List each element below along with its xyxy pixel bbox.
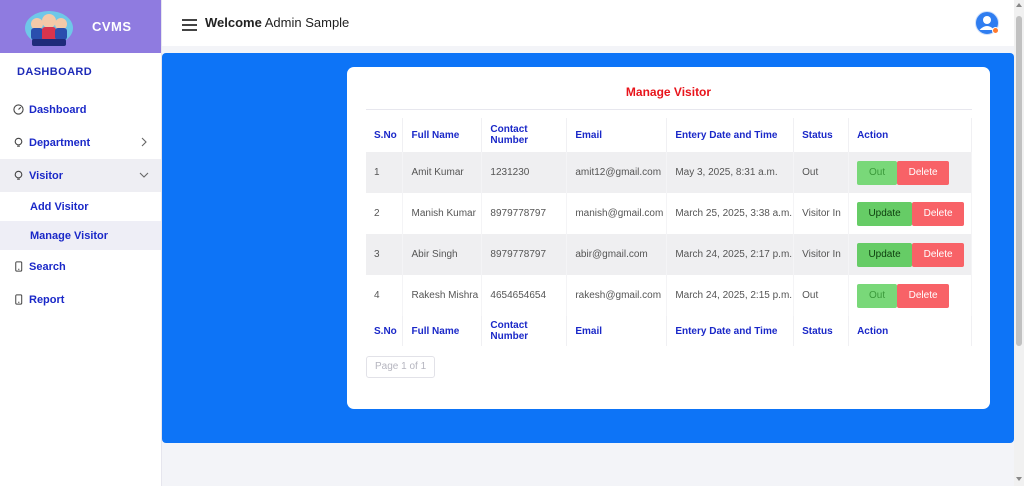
welcome-text: Welcome Admin Sample: [205, 15, 349, 30]
cell-date: March 24, 2025, 2:17 p.m.: [666, 234, 795, 275]
cell-name: Rakesh Mishra: [402, 275, 483, 316]
chevron-down-icon: [139, 170, 149, 180]
pagination-info: Page 1 of 1: [366, 356, 436, 378]
sidebar-heading: DASHBOARD: [17, 66, 93, 78]
visitor-table: S.No Full Name Contact Number Email Ente…: [366, 118, 972, 346]
sidebar-item-label: Dashboard: [29, 103, 87, 116]
cell-name: Manish Kumar: [402, 193, 483, 234]
cell-name: Abir Singh: [402, 234, 483, 275]
column-header: Status: [793, 118, 850, 152]
bulb-icon: [12, 170, 24, 182]
delete-button[interactable]: Delete: [897, 160, 950, 185]
notification-dot: [992, 27, 999, 34]
brand-bar: CVMS: [0, 0, 161, 53]
column-footer: Full Name: [402, 316, 483, 346]
sidebar-item-visitor[interactable]: Visitor: [0, 159, 161, 192]
chevron-right-icon: [139, 137, 149, 147]
sidebar-item-label: Report: [29, 293, 65, 306]
cell-status: Visitor In: [793, 193, 850, 234]
hamburger-menu-icon[interactable]: [182, 19, 197, 31]
cell-action: Update Delete: [848, 193, 972, 234]
column-footer: S.No: [366, 316, 404, 346]
column-header: Action: [848, 118, 972, 152]
top-header: Welcome Admin Sample: [162, 0, 1024, 46]
column-footer: Email: [566, 316, 668, 346]
cell-sno: 1: [366, 152, 404, 193]
cell-name: Amit Kumar: [402, 152, 483, 193]
out-button[interactable]: Out: [857, 160, 898, 185]
manage-visitor-card: Manage Visitor S.No Full Name Contact Nu…: [347, 67, 990, 409]
update-button[interactable]: Update: [857, 201, 913, 226]
sidebar-item-label: Visitor: [29, 169, 64, 182]
cell-sno: 4: [366, 275, 404, 316]
visitor-logo: [22, 6, 76, 48]
scroll-up-arrow-icon[interactable]: [1016, 3, 1022, 7]
update-button[interactable]: Update: [857, 242, 913, 267]
cell-email: rakesh@gmail.com: [566, 275, 668, 316]
brand-name: CVMS: [92, 19, 132, 34]
cell-date: March 25, 2025, 3:38 a.m.: [666, 193, 795, 234]
cell-date: May 3, 2025, 8:31 a.m.: [666, 152, 795, 193]
cell-email: amit12@gmail.com: [566, 152, 668, 193]
cell-contact: 8979778797: [481, 193, 568, 234]
delete-button[interactable]: Delete: [897, 283, 950, 308]
out-button[interactable]: Out: [857, 283, 898, 308]
cell-status: Out: [793, 152, 850, 193]
cell-contact: 4654654654: [481, 275, 568, 316]
gauge-icon: [12, 104, 24, 116]
sidebar: CVMS DASHBOARD Dashboard Department Visi…: [0, 0, 162, 486]
cell-email: abir@gmail.com: [566, 234, 668, 275]
cell-sno: 2: [366, 193, 404, 234]
column-header: Email: [566, 118, 668, 152]
bulb-icon: [12, 137, 24, 149]
column-header: Full Name: [402, 118, 483, 152]
cell-status: Out: [793, 275, 850, 316]
table-header-row: S.No Full Name Contact Number Email Ente…: [366, 118, 972, 152]
sidebar-item-label: Search: [29, 260, 66, 273]
cell-contact: 8979778797: [481, 234, 568, 275]
phone-icon: [12, 294, 24, 306]
delete-button[interactable]: Delete: [912, 242, 965, 267]
table-row: 1 Amit Kumar 1231230 amit12@gmail.com Ma…: [366, 152, 972, 193]
sidebar-subitem-add-visitor[interactable]: Add Visitor: [0, 192, 161, 221]
sidebar-item-report[interactable]: Report: [0, 283, 161, 316]
table-row: 2 Manish Kumar 8979778797 manish@gmail.c…: [366, 193, 972, 234]
cell-email: manish@gmail.com: [566, 193, 668, 234]
column-footer: Status: [793, 316, 850, 346]
sidebar-item-department[interactable]: Department: [0, 126, 161, 159]
cell-sno: 3: [366, 234, 404, 275]
user-name: Admin Sample: [264, 15, 350, 30]
table-row: 4 Rakesh Mishra 4654654654 rakesh@gmail.…: [366, 275, 972, 316]
content-footer-space: [162, 443, 1014, 486]
column-footer: Action: [848, 316, 972, 346]
cell-action: Update Delete: [848, 234, 972, 275]
column-footer: Contact Number: [481, 316, 568, 346]
cell-status: Visitor In: [793, 234, 850, 275]
welcome-label: Welcome: [205, 15, 262, 30]
phone-icon: [12, 261, 24, 273]
table-footer-row: S.No Full Name Contact Number Email Ente…: [366, 316, 972, 346]
card-title: Manage Visitor: [625, 85, 712, 99]
column-header: Contact Number: [481, 118, 568, 152]
table-row: 3 Abir Singh 8979778797 abir@gmail.com M…: [366, 234, 972, 275]
cell-contact: 1231230: [481, 152, 568, 193]
scroll-down-arrow-icon[interactable]: [1016, 477, 1022, 481]
cell-action: Out Delete: [848, 152, 972, 193]
divider: [366, 109, 972, 110]
sidebar-item-search[interactable]: Search: [0, 250, 161, 283]
sidebar-item-label: Department: [29, 136, 91, 149]
cell-date: March 24, 2025, 2:15 p.m.: [666, 275, 795, 316]
scroll-thumb[interactable]: [1016, 16, 1022, 346]
column-header: S.No: [366, 118, 404, 152]
cell-action: Out Delete: [848, 275, 972, 316]
column-header: Entery Date and Time: [666, 118, 795, 152]
page-scrollbar[interactable]: [1014, 0, 1024, 486]
sidebar-subitem-manage-visitor[interactable]: Manage Visitor: [0, 221, 161, 250]
column-footer: Entery Date and Time: [666, 316, 795, 346]
sidebar-item-dashboard[interactable]: Dashboard: [0, 93, 161, 126]
delete-button[interactable]: Delete: [912, 201, 965, 226]
